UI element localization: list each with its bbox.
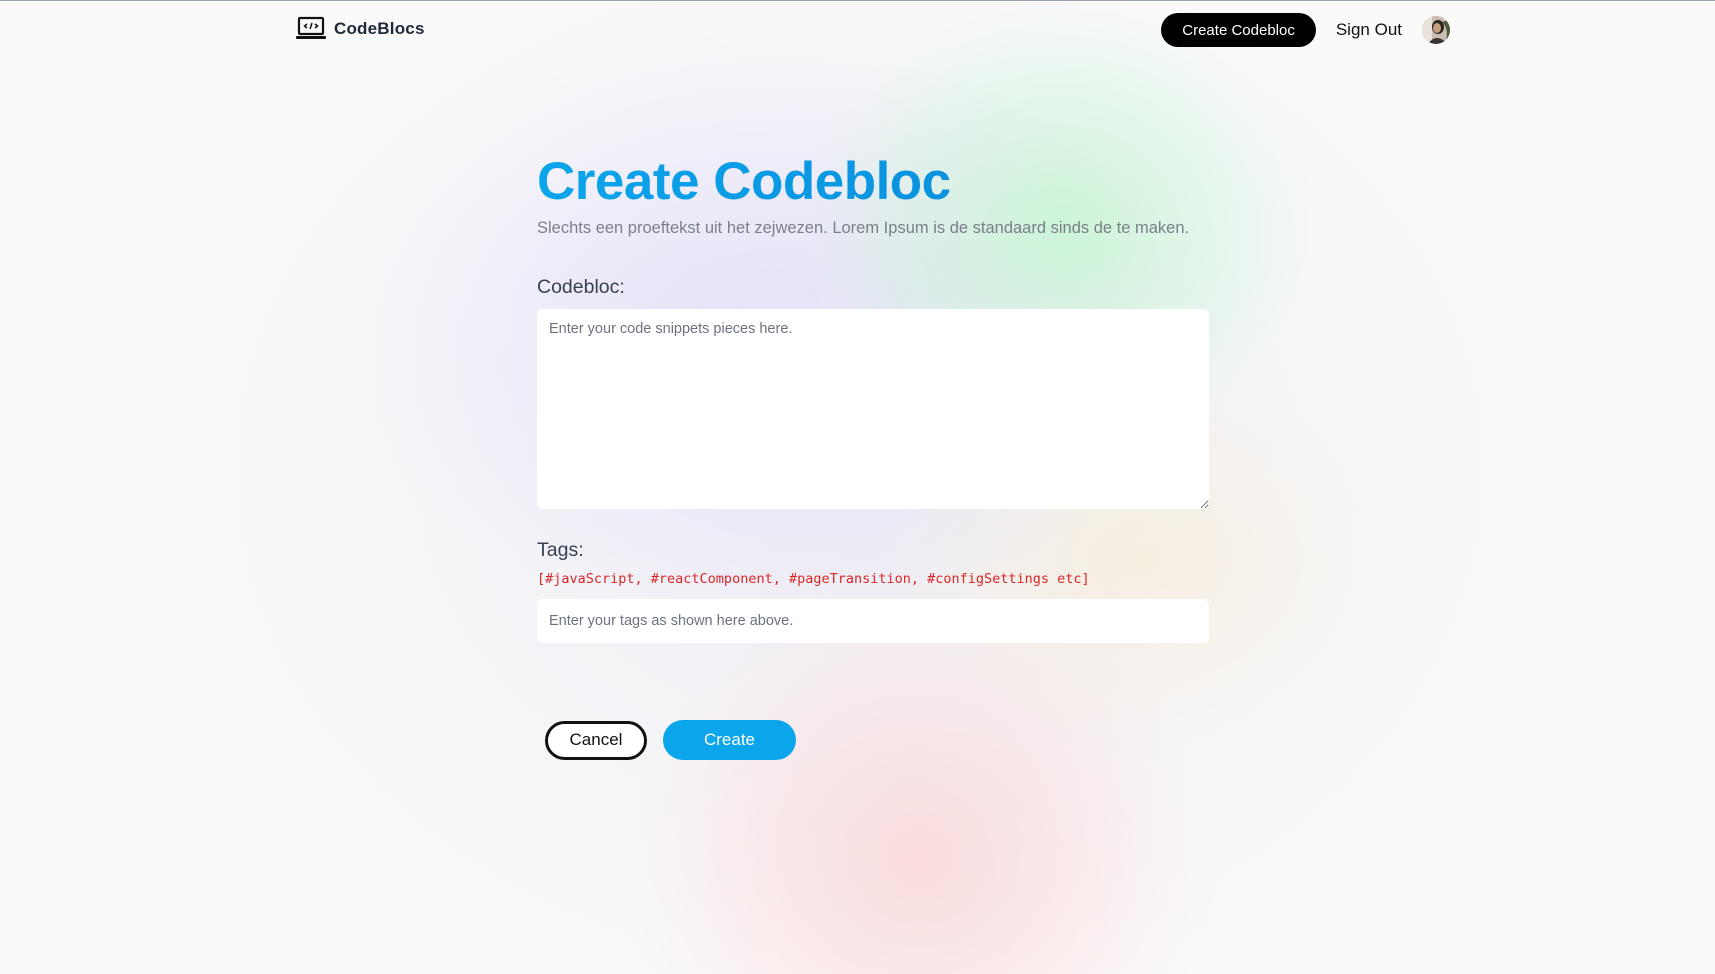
create-form-section: Create Codebloc Slechts een proeftekst u… (537, 150, 1209, 643)
create-codebloc-button[interactable]: Create Codebloc (1161, 13, 1316, 47)
page-title: Create Codebloc (537, 150, 1209, 214)
create-button[interactable]: Create (663, 720, 796, 760)
top-navbar: CodeBlocs Create Codebloc Sign Out (0, 0, 1715, 60)
brand-name: CodeBlocs (334, 19, 425, 38)
tags-label: Tags: (537, 539, 584, 561)
tags-input[interactable] (537, 599, 1209, 643)
codebloc-textarea[interactable] (537, 309, 1209, 509)
nav-actions: Create Codebloc Sign Out (1161, 13, 1450, 47)
codebloc-label: Codebloc: (537, 276, 625, 298)
cancel-button[interactable]: Cancel (545, 720, 647, 760)
sign-out-link[interactable]: Sign Out (1336, 20, 1402, 40)
tags-example-hint: [#javaScript, #reactComponent, #pageTran… (537, 571, 1090, 587)
avatar[interactable] (1422, 16, 1450, 44)
page-subtitle: Slechts een proeftekst uit het zejwezen.… (537, 219, 1190, 237)
laptop-code-icon (296, 16, 326, 39)
brand-link[interactable]: CodeBlocs (296, 16, 425, 42)
form-actions: Cancel Create (545, 720, 796, 760)
